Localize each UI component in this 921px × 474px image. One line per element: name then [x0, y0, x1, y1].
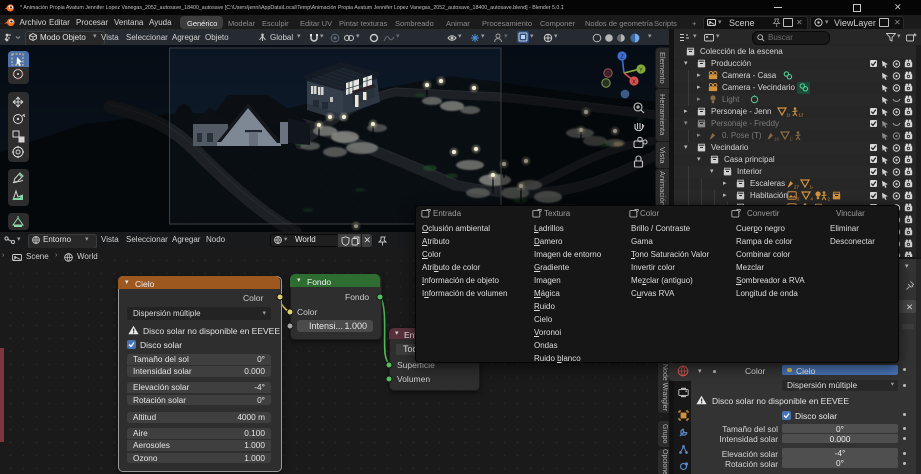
svg-text:16: 16: [774, 137, 779, 142]
svg-text:2: 2: [828, 197, 831, 202]
svg-text:X: X: [632, 80, 636, 86]
svg-text:13: 13: [790, 137, 794, 142]
svg-text:13: 13: [799, 113, 804, 118]
svg-text:16: 16: [787, 113, 791, 118]
svg-text:3: 3: [797, 197, 800, 202]
svg-text:27: 27: [794, 185, 799, 190]
svg-text:14: 14: [810, 185, 814, 190]
svg-text:Y: Y: [639, 68, 643, 74]
